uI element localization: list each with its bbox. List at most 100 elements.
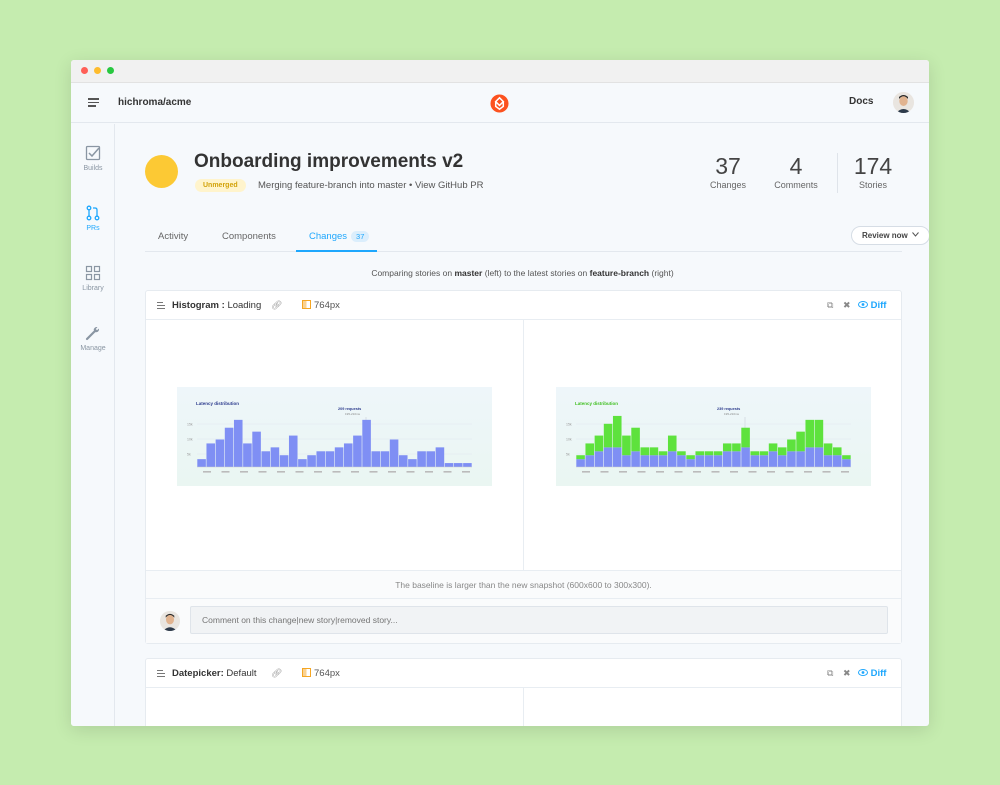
menu-icon[interactable] — [88, 98, 99, 107]
y-tick-label: 10k — [566, 438, 572, 442]
stat-stories: 174 Stories — [845, 153, 901, 190]
tab-changes[interactable]: Changes 37 — [309, 231, 370, 242]
snapshot-comparison — [146, 688, 901, 726]
histogram-bar — [759, 455, 769, 467]
diff-toggle[interactable]: Diff — [858, 300, 886, 311]
compare-prefix: Comparing stories on — [371, 268, 455, 278]
snapshot-divider — [523, 320, 524, 570]
head-branch: feature-branch — [589, 268, 650, 278]
histogram-bar — [215, 439, 225, 467]
view-github-pr-link[interactable]: View GitHub PR — [415, 180, 483, 191]
histogram-bar — [417, 451, 426, 467]
baseline-snapshot[interactable]: Latency distribution 209 requests 195-210m… — [177, 387, 492, 486]
tab-bar: Activity Components Changes 37 Review now — [145, 225, 929, 252]
snapshot-comparison: Latency distribution 209 requests 195-210m… — [146, 320, 901, 571]
story-menu-icon[interactable] — [157, 670, 165, 677]
histogram-bar — [325, 451, 335, 467]
link-icon[interactable]: 🔗︎ — [271, 300, 282, 311]
eye-icon — [858, 669, 868, 676]
stat-value: 4 — [789, 153, 803, 179]
component-name: Datepicker — [172, 668, 221, 679]
x-tick-label — [203, 471, 211, 473]
x-tick-label — [767, 471, 775, 473]
histogram-bar — [732, 451, 741, 467]
chromatic-logo-icon[interactable] — [490, 94, 509, 113]
minimize-window-button[interactable] — [94, 67, 101, 74]
main-content: Onboarding improvements v2 Unmerged Merg… — [116, 124, 929, 726]
story-title[interactable]: Histogram : Loading — [172, 300, 261, 311]
x-tick-label — [674, 471, 683, 473]
review-now-button[interactable]: Review now — [851, 226, 929, 245]
checkbox-icon — [85, 145, 101, 161]
x-tick-label — [785, 471, 794, 473]
histogram-bar — [832, 447, 842, 456]
user-avatar[interactable] — [893, 92, 914, 113]
histogram-bar — [603, 423, 613, 448]
stat-value: 174 — [853, 153, 893, 179]
sidebar-item-manage[interactable]: Manage — [71, 325, 115, 352]
histogram-bar — [243, 443, 252, 467]
histogram-bar — [777, 455, 787, 467]
histogram-bar — [667, 435, 677, 452]
x-tick-label — [351, 471, 359, 473]
histogram-bar — [233, 419, 243, 467]
x-tick-label — [637, 471, 646, 473]
chart-annotation: 239 requests — [717, 407, 740, 411]
story-title[interactable]: Datepicker: Default — [172, 668, 257, 679]
diff-label: Diff — [870, 300, 887, 311]
histogram-bar — [750, 451, 760, 456]
sidebar-item-builds[interactable]: Builds — [71, 145, 115, 172]
histogram-bar — [768, 451, 778, 467]
story-menu-icon[interactable] — [157, 302, 165, 309]
pin-icon[interactable]: ✖︎ — [843, 668, 851, 679]
histogram-bar — [722, 451, 732, 467]
histogram-bar — [389, 439, 399, 467]
x-tick-label — [258, 471, 267, 473]
histogram-bar — [316, 451, 326, 467]
histogram-bar — [823, 443, 833, 456]
x-tick-label — [277, 471, 285, 473]
histogram-bar — [603, 447, 613, 467]
histogram-bar — [713, 455, 723, 467]
top-navigation: hichroma/acme Docs — [71, 83, 929, 123]
new-snapshot[interactable]: Latency distribution 239 requests 195-210m… — [556, 387, 871, 486]
chart-title: Latency distribution — [575, 401, 618, 406]
component-name: Histogram — [172, 300, 219, 311]
histogram-bar — [695, 451, 705, 456]
histogram-bar — [408, 459, 417, 467]
sidebar-item-prs[interactable]: PRs — [71, 205, 115, 232]
tab-activity[interactable]: Activity — [158, 231, 188, 242]
pin-icon[interactable]: ✖︎ — [843, 300, 851, 311]
docs-link[interactable]: Docs — [849, 96, 873, 107]
x-tick-label — [804, 471, 812, 473]
link-icon[interactable]: 🔗︎ — [271, 668, 282, 679]
x-tick-label — [619, 471, 627, 473]
comment-input[interactable] — [190, 606, 888, 634]
histogram-bar — [371, 451, 381, 467]
histogram-bar — [768, 443, 778, 452]
tab-components[interactable]: Components — [222, 231, 276, 242]
comparison-description: Comparing stories on master (left) to th… — [116, 268, 929, 278]
histogram-bar — [261, 451, 271, 467]
x-tick-label — [841, 471, 849, 473]
chart-title: Latency distribution — [196, 401, 239, 406]
copy-icon[interactable]: ⧉ — [827, 300, 833, 311]
stat-divider — [837, 153, 838, 193]
sidebar-item-library[interactable]: Library — [71, 265, 115, 292]
x-tick-label — [748, 471, 757, 473]
x-tick-label — [443, 471, 452, 473]
close-window-button[interactable] — [81, 67, 88, 74]
copy-icon[interactable]: ⧉ — [827, 668, 833, 679]
histogram-bar — [594, 451, 604, 467]
histogram-bar — [741, 447, 750, 467]
base-branch: master — [454, 268, 483, 278]
histogram-bar — [307, 455, 316, 467]
y-tick-label: 15k — [187, 423, 193, 427]
maximize-window-button[interactable] — [107, 67, 114, 74]
diff-toggle[interactable]: Diff — [858, 668, 886, 679]
histogram-bar — [667, 451, 677, 467]
repo-name[interactable]: hichroma/acme — [118, 97, 191, 108]
viewport-icon — [302, 668, 311, 677]
x-tick-label — [693, 471, 701, 473]
x-tick-label — [369, 471, 378, 473]
